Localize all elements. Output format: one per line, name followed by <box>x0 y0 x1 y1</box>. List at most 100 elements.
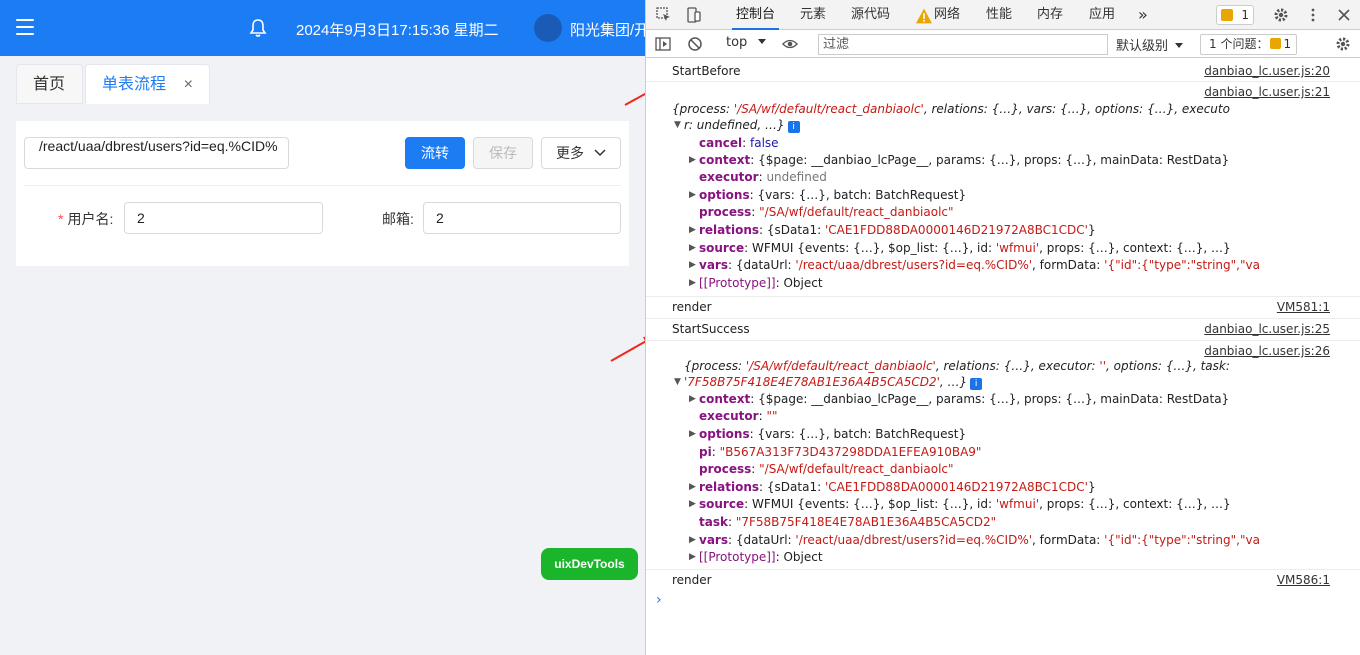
filter-input[interactable]: 过滤 <box>818 34 1108 55</box>
log-level-select[interactable]: 默认级别 <box>1116 35 1184 54</box>
issues-button[interactable]: 1 个问题： 1 <box>1200 34 1297 55</box>
sidebar-toggle-icon[interactable] <box>655 36 671 52</box>
message-icon <box>1221 9 1233 21</box>
gear-icon[interactable] <box>1273 7 1289 23</box>
object-prop[interactable]: ▶ source: WFMUI {events: {…}, $op_list: {… <box>646 496 1360 512</box>
save-button[interactable]: 保存 <box>473 137 533 169</box>
divider <box>24 185 621 186</box>
menu-icon[interactable] <box>16 19 34 35</box>
flow-button[interactable]: 流转 <box>405 137 465 169</box>
close-icon[interactable] <box>1336 7 1352 23</box>
console-message-text: render <box>672 300 712 314</box>
inspect-icon[interactable] <box>656 7 672 23</box>
devtools-panel: 控制台 元素 源代码 网络 性能 内存 应用 » 1 top 过滤 默认级别 1… <box>645 0 1360 655</box>
more-button[interactable]: 更多 <box>541 137 621 169</box>
close-icon[interactable]: × <box>184 65 193 105</box>
email-field[interactable]: 2 <box>423 202 621 234</box>
tab-sources[interactable]: 源代码 <box>851 0 890 30</box>
username-label: * 用户名: <box>58 209 113 229</box>
tab-home[interactable]: 首页 <box>16 64 83 104</box>
form-card: /react/uaa/dbrest/users?id=eq.%CID% 流转 保… <box>16 121 629 266</box>
object-prop[interactable]: ▶ options: {vars: {…}, batch: BatchReques… <box>646 187 1360 203</box>
bell-icon[interactable] <box>249 18 267 38</box>
object-prop: executor: undefined <box>699 170 827 184</box>
warning-icon <box>916 8 932 24</box>
object-prop[interactable]: ▶ vars: {dataUrl: '/react/uaa/dbrest/user… <box>646 532 1360 548</box>
object-prop: cancel: false <box>699 136 779 150</box>
console-message: render VM586:1 <box>646 569 1360 589</box>
object-prop: task: "7F58B75F418E4E78AB1E36A4B5CA5CD2" <box>699 515 997 529</box>
object-prop[interactable]: ▶ source: WFMUI {events: {…}, $op_list: {… <box>646 240 1360 256</box>
object-summary[interactable]: {process: '/SA/wf/default/react_danbiaol… <box>646 358 1360 374</box>
screen: 2024年9月3日17:15:36 星期二 阳光集团/开 首页 单表流程 × /… <box>0 0 1360 655</box>
object-prop[interactable]: ▶ [[Prototype]]: Object <box>646 549 1360 565</box>
tab-application[interactable]: 应用 <box>1089 0 1115 30</box>
object-prop[interactable]: ▶ context: {$page: __danbiao_lcPage__, pa… <box>646 152 1360 168</box>
kebab-menu-icon[interactable] <box>1305 7 1321 23</box>
source-link[interactable]: danbiao_lc.user.js:20 <box>1204 63 1330 79</box>
avatar[interactable] <box>534 14 562 42</box>
warning-count: 1 <box>1241 8 1249 22</box>
caret-down-icon <box>758 39 767 44</box>
clear-console-icon[interactable] <box>687 36 703 52</box>
app-pane: 2024年9月3日17:15:36 星期二 阳光集团/开 首页 单表流程 × /… <box>0 0 645 655</box>
console-output: StartBefore danbiao_lc.user.js:20 danbia… <box>646 59 1360 655</box>
console-message: StartBefore danbiao_lc.user.js:20 <box>646 63 1360 79</box>
tab-memory[interactable]: 内存 <box>1037 0 1063 30</box>
object-prop[interactable]: ▶ vars: {dataUrl: '/react/uaa/dbrest/user… <box>646 257 1360 273</box>
source-link[interactable]: VM581:1 <box>1277 297 1330 316</box>
caret-down-icon <box>1175 43 1184 48</box>
source-link[interactable]: danbiao_lc.user.js:26 <box>1204 341 1330 358</box>
console-message-text: render <box>672 573 712 587</box>
top-bar: 2024年9月3日17:15:36 星期二 阳光集团/开 <box>0 0 645 56</box>
object-summary[interactable]: {process: '/SA/wf/default/react_danbiaol… <box>646 101 1360 117</box>
warning-count-badge[interactable]: 1 <box>1216 5 1254 25</box>
username-label-text: 用户名: <box>67 211 114 227</box>
object-prop: process: "/SA/wf/default/react_danbiaolc… <box>699 205 954 219</box>
console-message: render VM581:1 <box>646 296 1360 316</box>
required-mark: * <box>58 211 64 227</box>
tab-elements[interactable]: 元素 <box>800 0 826 30</box>
object-prop[interactable]: ▶ options: {vars: {…}, batch: BatchReques… <box>646 426 1360 442</box>
console-message: danbiao_lc.user.js:26 <box>646 340 1360 358</box>
object-summary-cont: ▼ r: undefined, …} i <box>646 117 1360 133</box>
eye-icon[interactable] <box>782 36 798 52</box>
object-prop[interactable]: ▶ relations: {sData1: 'CAE1FDD88DA0000146… <box>646 222 1360 238</box>
email-label: 邮箱: <box>382 211 414 227</box>
context-select-value: top <box>726 35 748 50</box>
tab-network[interactable]: 网络 <box>934 0 960 30</box>
gear-icon[interactable] <box>1335 36 1351 52</box>
more-tabs-icon[interactable]: » <box>1138 0 1148 30</box>
tab-performance[interactable]: 性能 <box>986 0 1012 30</box>
console-message: danbiao_lc.user.js:21 <box>646 81 1360 101</box>
message-icon <box>1270 38 1282 49</box>
tab-console[interactable]: 控制台 <box>732 0 780 30</box>
source-link[interactable]: VM586:1 <box>1277 570 1330 589</box>
datetime-display: 2024年9月3日17:15:36 星期二 <box>296 22 499 39</box>
console-message: StartSuccess danbiao_lc.user.js:25 <box>646 318 1360 338</box>
console-prompt[interactable]: › <box>656 592 662 608</box>
uix-devtools-button[interactable]: uixDevTools <box>541 548 638 580</box>
context-select[interactable]: top <box>726 35 767 50</box>
url-input[interactable]: /react/uaa/dbrest/users?id=eq.%CID% <box>24 137 289 169</box>
source-link[interactable]: danbiao_lc.user.js:25 <box>1204 319 1330 338</box>
object-prop[interactable]: ▶ [[Prototype]]: Object <box>646 275 1360 291</box>
devtools-tab-bar: 控制台 元素 源代码 网络 性能 内存 应用 » 1 <box>646 0 1360 30</box>
console-toolbar: top 过滤 默认级别 1 个问题： 1 <box>646 31 1360 58</box>
issues-count: 1 <box>1283 37 1292 51</box>
more-button-label: 更多 <box>556 145 585 161</box>
source-link[interactable]: danbiao_lc.user.js:21 <box>1204 82 1330 101</box>
chevron-down-icon <box>594 149 606 157</box>
log-level-value: 默认级别 <box>1116 39 1169 54</box>
object-prop: process: "/SA/wf/default/react_danbiaolc… <box>699 462 954 476</box>
object-prop[interactable]: ▶ relations: {sData1: 'CAE1FDD88DA0000146… <box>646 479 1360 495</box>
issues-label: 1 个问题： <box>1209 37 1269 51</box>
org-name[interactable]: 阳光集团/开 <box>570 19 645 40</box>
object-prop[interactable]: ▶ context: {$page: __danbiao_lcPage__, pa… <box>646 391 1360 407</box>
device-toggle-icon[interactable] <box>686 7 702 23</box>
console-message-text: StartBefore <box>672 64 741 78</box>
tab-form-flow[interactable]: 单表流程 × <box>85 64 210 104</box>
object-prop: executor: "" <box>699 409 778 423</box>
username-field[interactable]: 2 <box>124 202 323 234</box>
object-summary-cont: ▼ '7F58B75F418E4E78AB1E36A4B5CA5CD2', …} i <box>646 374 1360 390</box>
